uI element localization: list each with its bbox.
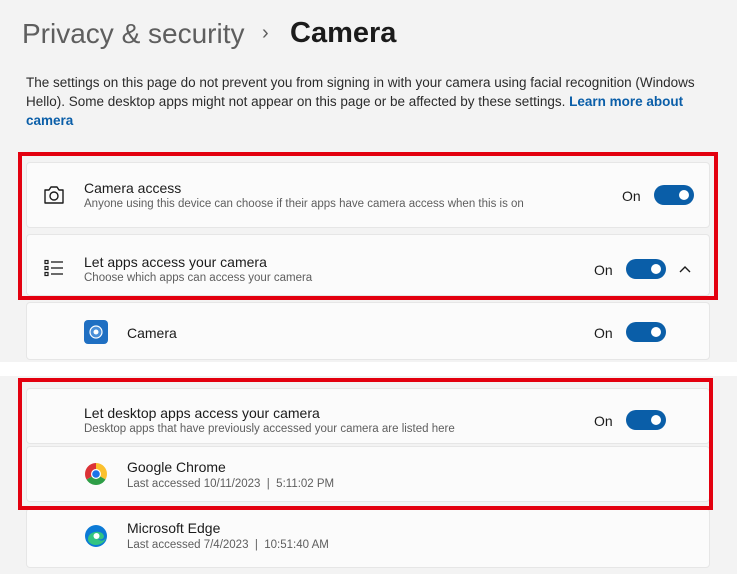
highlight-box-top: [18, 152, 718, 300]
desktop-app-last-accessed-edge: Last accessed 7/4/2023 | 10:51:40 AM: [127, 539, 329, 551]
edge-icon: [84, 524, 108, 548]
breadcrumb-parent[interactable]: Privacy & security: [22, 18, 245, 50]
page-description: The settings on this page do not prevent…: [26, 73, 706, 130]
desktop-app-name-edge: Microsoft Edge: [127, 520, 221, 536]
app-toggle-camera[interactable]: [626, 322, 666, 342]
breadcrumb-separator-icon: ›: [262, 22, 269, 44]
page-title: Camera: [290, 17, 397, 49]
app-state-camera: On: [594, 325, 613, 341]
app-name-camera: Camera: [127, 325, 177, 341]
desktop-app-row-edge: [26, 508, 710, 568]
camera-app-icon: [84, 320, 108, 344]
highlight-box-bottom: [18, 378, 713, 510]
